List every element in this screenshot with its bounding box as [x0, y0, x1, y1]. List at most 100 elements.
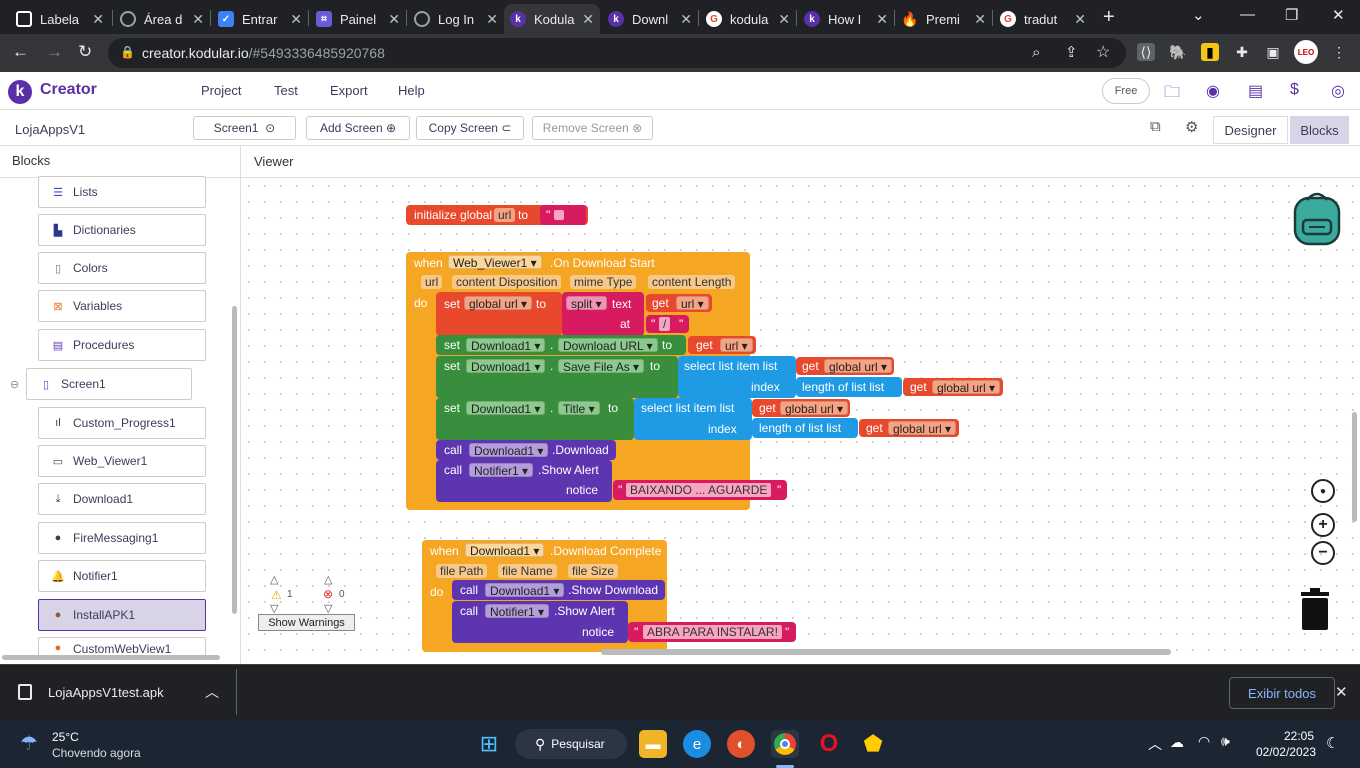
download1-dropdown[interactable]: Download1 ▾ [469, 443, 549, 458]
browser-tab[interactable]: G kodula ✕ [700, 4, 796, 34]
close-icon[interactable]: ✕ [486, 11, 498, 28]
file-explorer-icon[interactable]: ▬ [639, 730, 667, 758]
param-file-path[interactable]: file Path [436, 564, 488, 578]
browser-tab[interactable]: ✓ Entrar ✕ [212, 4, 308, 34]
browser-tab[interactable]: k How I ✕ [798, 4, 894, 34]
download1-dropdown[interactable]: Download1 ▾ [485, 583, 565, 598]
show-all-downloads-button[interactable]: Exibir todos [1229, 677, 1335, 709]
cloud-icon[interactable]: ☁ [1170, 734, 1184, 751]
tab-search-icon[interactable]: ⌄ [1192, 6, 1205, 24]
show-warnings-button[interactable]: Show Warnings [258, 614, 355, 631]
browser-tab[interactable]: Labela ✕ [10, 4, 110, 34]
address-bar[interactable]: 🔒 creator.kodular.io/#5493336485920768 ⌕… [108, 38, 1126, 68]
close-icon[interactable]: ✕ [388, 11, 400, 28]
notifier1-dropdown[interactable]: Notifier1 ▾ [485, 604, 550, 619]
get-url-dropdown[interactable]: url ▾ [720, 338, 753, 353]
component-download[interactable]: ⤓ Download1 [38, 483, 206, 515]
zoom-icon[interactable]: ⌕ [1032, 44, 1040, 61]
menu-export[interactable]: Export [330, 83, 368, 98]
slash-string-block[interactable]: " / " [646, 315, 689, 333]
init-global-block[interactable]: initialize global url to " " [406, 205, 588, 225]
empty-string-block[interactable]: " " [540, 205, 586, 225]
volume-icon[interactable]: 🕪 [1221, 733, 1230, 750]
select-list-item-block[interactable]: select list item list index [634, 398, 752, 440]
app-pentagon-icon[interactable]: ⬟ [859, 730, 887, 758]
close-icon[interactable]: ✕ [290, 11, 302, 28]
component-web-viewer[interactable]: ▭ Web_Viewer1 [38, 445, 206, 477]
palette-icon[interactable]: ◉ [1206, 81, 1220, 101]
reload-icon[interactable]: ↻ [78, 42, 92, 62]
extension-code-icon[interactable]: ⟨⟩ [1137, 43, 1155, 61]
message-string-block[interactable]: " ABRA PARA INSTALAR! " [628, 622, 796, 642]
settings-gear-icon[interactable]: ⚙ [1185, 118, 1198, 136]
backpack-icon[interactable] [1289, 188, 1345, 246]
workspace-h-scrollbar[interactable] [601, 649, 1171, 655]
taskbar-search[interactable]: ⚲ Pesquisar [515, 729, 627, 759]
notifier1-dropdown[interactable]: Notifier1 ▾ [469, 463, 534, 478]
get-global-url-dropdown[interactable]: global url ▾ [932, 380, 1001, 395]
param-content-disposition[interactable]: content Disposition [452, 275, 562, 289]
copy-screen-button[interactable]: Copy Screen ⊂ [416, 116, 524, 140]
select-list-item-block[interactable]: select list item list index [678, 356, 796, 398]
browser-tab[interactable]: Log In ✕ [408, 4, 504, 34]
blocks-category-variables[interactable]: ⊠ Variables [38, 290, 206, 322]
blocks-category-procedures[interactable]: ▤ Procedures [38, 329, 206, 361]
get-global-url-dropdown[interactable]: global url ▾ [780, 401, 849, 416]
blocks-panel-scrollbar[interactable] [232, 306, 237, 614]
get-global-url-dropdown[interactable]: global url ▾ [824, 359, 893, 374]
close-icon[interactable]: ✕ [582, 11, 594, 28]
forward-icon[interactable]: → [46, 42, 63, 62]
warning-prev-icon[interactable]: △ [270, 573, 278, 586]
param-file-size[interactable]: file Size [568, 564, 619, 578]
dollar-icon[interactable]: $ [1290, 81, 1299, 99]
blocks-panel-h-scrollbar[interactable] [2, 655, 220, 660]
plan-badge[interactable]: Free [1102, 78, 1150, 104]
length-of-list-block[interactable]: length of list list [752, 418, 858, 438]
extension-yellow-icon[interactable]: ▮ [1201, 43, 1219, 61]
more-menu-icon[interactable]: ⋮ [1330, 43, 1348, 61]
edge-icon[interactable]: e [683, 730, 711, 758]
close-icon[interactable]: ✕ [778, 11, 790, 28]
blocks-workspace[interactable]: Viewer initialize global url to " " when… [241, 146, 1360, 664]
collapse-icon[interactable]: ⊖ [10, 378, 19, 391]
close-shelf-icon[interactable]: ✕ [1335, 683, 1348, 701]
menu-project[interactable]: Project [201, 83, 241, 98]
trash-icon[interactable] [1299, 586, 1331, 632]
evernote-icon[interactable]: 🐘 [1169, 43, 1187, 61]
slash-text-field[interactable]: / [659, 317, 671, 331]
clock-time[interactable]: 22:05 [1258, 729, 1314, 743]
browser-tab-active[interactable]: k Kodula ✕ [504, 4, 600, 34]
param-url[interactable]: url [421, 275, 443, 289]
gallery-icon[interactable]: ⧉ [1150, 118, 1161, 135]
param-mime-type[interactable]: mime Type [570, 275, 637, 289]
close-icon[interactable]: ✕ [192, 11, 204, 28]
call-download-block[interactable]: call Download1 ▾ .Download [436, 440, 616, 460]
call-show-download-block[interactable]: call Download1 ▾ .Show Download [452, 580, 665, 600]
window-close-icon[interactable]: ✕ [1332, 6, 1345, 24]
error-prev-icon[interactable]: △ [324, 573, 332, 586]
screen-node[interactable]: ▯ Screen1 [26, 368, 192, 400]
empty-text-field[interactable] [554, 210, 564, 220]
clock-date[interactable]: 02/02/2023 [1252, 745, 1316, 759]
show-hidden-icons[interactable]: ︿ [1148, 734, 1162, 754]
browser-tab[interactable]: ⌗ Painel ✕ [310, 4, 406, 34]
share-icon[interactable]: ⇪ [1065, 43, 1078, 61]
call-show-alert-block[interactable]: call Notifier1 ▾ .Show Alert notice [436, 460, 612, 502]
get-global-url-block[interactable]: get global url ▾ [903, 378, 1003, 396]
variable-dropdown[interactable]: global url ▾ [464, 296, 533, 311]
get-url-block[interactable]: get url ▾ [646, 294, 712, 312]
get-global-url-block[interactable]: get global url ▾ [796, 357, 894, 375]
set-save-file-as-block[interactable]: set Download1 ▾ . Save File As ▾ to [436, 356, 678, 398]
component-custom-progress[interactable]: ıl Custom_Progress1 [38, 407, 206, 439]
set-download-url-block[interactable]: set Download1 ▾ . Download URL ▾ to [436, 335, 686, 355]
documents-icon[interactable]: ▤ [1248, 81, 1263, 101]
component-install-apk[interactable]: ● InstallAPK1 [38, 599, 206, 631]
designer-mode-button[interactable]: Designer [1213, 116, 1288, 144]
message-text-field[interactable]: BAIXANDO ... AGUARDE [626, 483, 772, 497]
component-dropdown[interactable]: Web_Viewer1 ▾ [448, 255, 542, 270]
windows-start-icon[interactable]: ⊞ [475, 730, 503, 758]
close-icon[interactable]: ✕ [974, 11, 986, 28]
component-custom-webview[interactable]: ● CustomWebView1 [38, 637, 206, 657]
blocks-category-colors[interactable]: ▯ Colors [38, 252, 206, 284]
blocks-mode-button[interactable]: Blocks [1290, 116, 1349, 144]
